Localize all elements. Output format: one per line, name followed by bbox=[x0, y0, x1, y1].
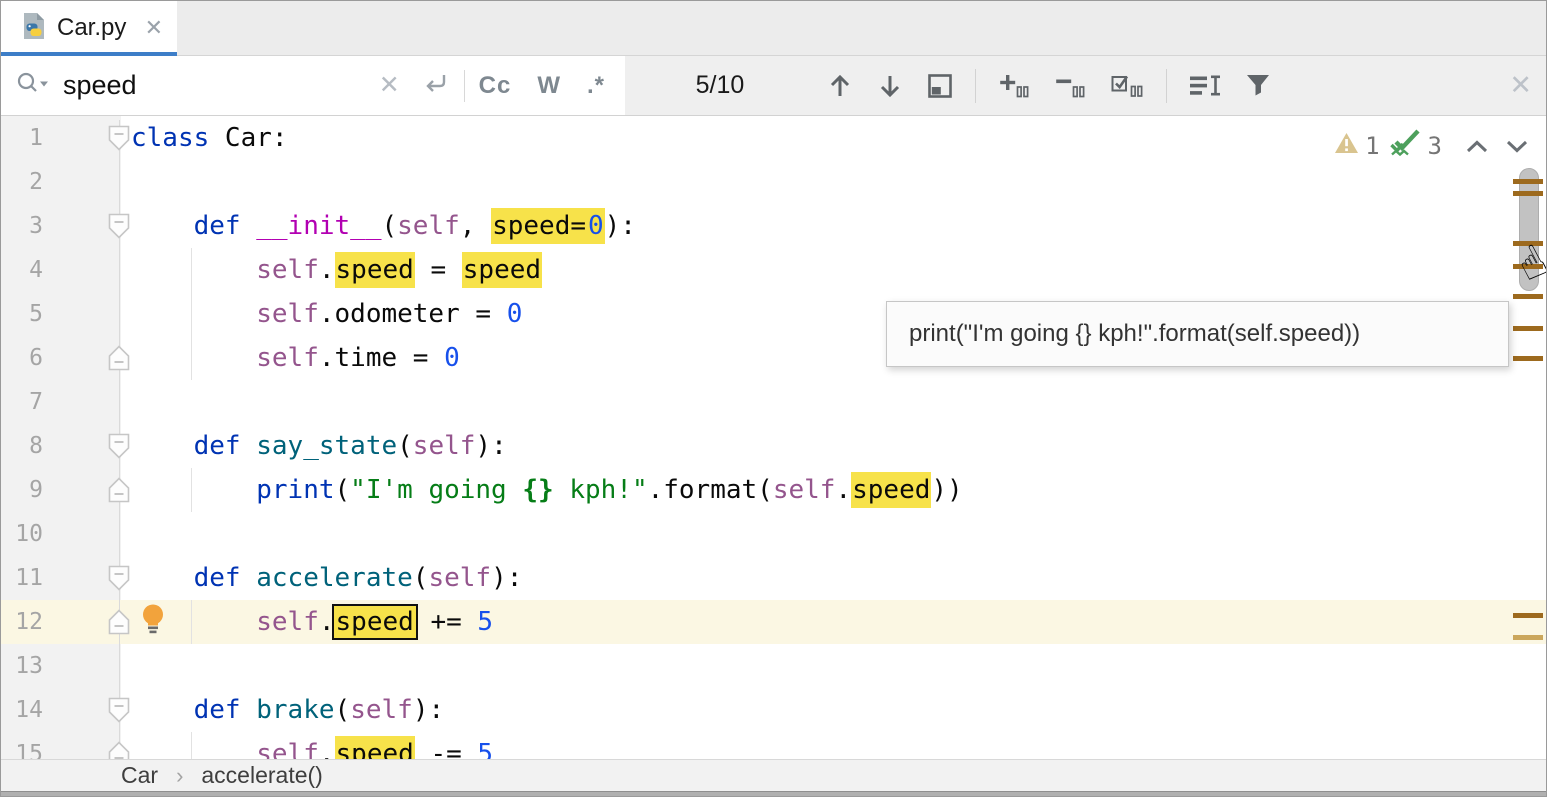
divider bbox=[1166, 69, 1167, 103]
intention-bulb-icon[interactable] bbox=[139, 603, 167, 639]
fold-marker-end-line-9[interactable] bbox=[108, 477, 130, 503]
fold-marker-start-line-11[interactable] bbox=[108, 565, 130, 591]
open-in-find-window-button[interactable] bbox=[927, 73, 953, 99]
warning-count: 1 bbox=[1365, 132, 1379, 160]
ok-count: 3 bbox=[1428, 132, 1442, 160]
tab-close-icon[interactable]: ✕ bbox=[145, 17, 163, 39]
divider bbox=[975, 69, 976, 103]
breadcrumb: Car › accelerate() bbox=[1, 759, 1546, 791]
search-match-stripe-mark[interactable] bbox=[1513, 179, 1543, 184]
code-editor[interactable]: 1class Car:23 def __init__(self, speed=0… bbox=[1, 116, 1546, 759]
code-line-9[interactable]: 9 print("I'm going {} kph!".format(self.… bbox=[1, 468, 1510, 512]
line-number: 9 bbox=[1, 468, 43, 512]
search-match-stripe-mark[interactable] bbox=[1513, 635, 1543, 640]
breadcrumb-class[interactable]: Car bbox=[121, 762, 158, 789]
line-number: 8 bbox=[1, 424, 43, 468]
line-number: 15 bbox=[1, 732, 43, 759]
code-line-15[interactable]: 15 self.speed -= 5 bbox=[1, 732, 1510, 759]
search-icon[interactable] bbox=[15, 70, 51, 101]
code-line-11[interactable]: 11 def accelerate(self): bbox=[1, 556, 1510, 600]
insert-newline-icon[interactable] bbox=[422, 70, 450, 101]
line-number: 13 bbox=[1, 644, 43, 688]
code-line-10[interactable]: 10 bbox=[1, 512, 1510, 556]
fold-marker-start-line-1[interactable] bbox=[108, 125, 130, 151]
divider bbox=[464, 70, 465, 102]
line-number: 14 bbox=[1, 688, 43, 732]
fold-marker-end-line-12[interactable] bbox=[108, 609, 130, 635]
line-number: 7 bbox=[1, 380, 43, 424]
search-input[interactable]: speed ✕ Cc W .* bbox=[1, 56, 625, 115]
fold-marker-start-line-14[interactable] bbox=[108, 697, 130, 723]
match-counter: 5/10 bbox=[625, 71, 815, 100]
fold-marker-start-line-8[interactable] bbox=[108, 433, 130, 459]
line-number: 3 bbox=[1, 204, 43, 248]
line-number: 12 bbox=[1, 600, 43, 644]
remove-selection-button[interactable] bbox=[1054, 72, 1086, 100]
find-bar: speed ✕ Cc W .* 5/10 bbox=[1, 56, 1546, 116]
fold-marker-start-line-3[interactable] bbox=[108, 213, 130, 239]
clear-search-icon[interactable]: ✕ bbox=[379, 73, 400, 98]
python-file-icon bbox=[21, 12, 47, 45]
line-number: 4 bbox=[1, 248, 43, 292]
code-rows: 1class Car:23 def __init__(self, speed=0… bbox=[1, 116, 1510, 759]
filter-search-results-button[interactable] bbox=[1245, 73, 1271, 98]
search-match-stripe-mark[interactable] bbox=[1513, 326, 1543, 331]
inspections-widget[interactable]: 1 3 bbox=[1334, 128, 1530, 163]
tab-label: Car.py bbox=[57, 14, 126, 42]
code-line-4[interactable]: 4 self.speed = speed bbox=[1, 248, 1510, 292]
find-bar-controls: 5/10 bbox=[625, 56, 1546, 115]
code-line-8[interactable]: 8 def say_state(self): bbox=[1, 424, 1510, 468]
editor-tab-bar: Car.py ✕ bbox=[1, 1, 1546, 56]
previous-occurrence-button[interactable] bbox=[827, 72, 853, 100]
close-find-bar-icon[interactable]: ✕ bbox=[1509, 72, 1532, 99]
fold-marker-end-line-15[interactable] bbox=[108, 741, 130, 759]
breadcrumb-separator-icon: › bbox=[176, 763, 183, 789]
line-number: 1 bbox=[1, 116, 43, 160]
search-match-stripe-mark[interactable] bbox=[1513, 356, 1543, 361]
code-line-1[interactable]: 1class Car: bbox=[1, 116, 1510, 160]
search-match-stripe-mark[interactable] bbox=[1513, 191, 1543, 196]
find-in-selection-button[interactable] bbox=[1189, 73, 1221, 99]
tooltip-text: print("I'm going {} kph!".format(self.sp… bbox=[909, 320, 1360, 348]
code-line-7[interactable]: 7 bbox=[1, 380, 1510, 424]
line-number: 10 bbox=[1, 512, 43, 556]
warning-icon bbox=[1334, 132, 1359, 160]
code-line-3[interactable]: 3 def __init__(self, speed=0): bbox=[1, 204, 1510, 248]
error-stripe-scrollbar[interactable]: ☝ bbox=[1510, 116, 1546, 759]
next-occurrence-button[interactable] bbox=[877, 72, 903, 100]
code-line-12[interactable]: 12 self.speed += 5 bbox=[1, 600, 1510, 644]
select-all-occurrences-button[interactable] bbox=[1110, 72, 1144, 100]
search-match-stripe-mark[interactable] bbox=[1513, 294, 1543, 299]
code-line-13[interactable]: 13 bbox=[1, 644, 1510, 688]
regex-toggle[interactable]: .* bbox=[587, 72, 605, 100]
fold-marker-end-line-6[interactable] bbox=[108, 345, 130, 371]
search-query-text: speed bbox=[63, 70, 137, 101]
line-number: 5 bbox=[1, 292, 43, 336]
inspections-ok-icon bbox=[1388, 128, 1422, 163]
breadcrumb-method[interactable]: accelerate() bbox=[201, 762, 322, 789]
add-selection-button[interactable] bbox=[998, 72, 1030, 100]
words-toggle[interactable]: W bbox=[537, 72, 561, 100]
tab-car-py[interactable]: Car.py ✕ bbox=[1, 1, 177, 55]
ide-window: Car.py ✕ speed ✕ bbox=[0, 0, 1547, 797]
line-number: 11 bbox=[1, 556, 43, 600]
previous-problem-chevron-icon[interactable] bbox=[1464, 132, 1490, 160]
code-line-14[interactable]: 14 def brake(self): bbox=[1, 688, 1510, 732]
line-number: 2 bbox=[1, 160, 43, 204]
window-bottom-edge bbox=[1, 791, 1546, 797]
match-preview-tooltip: print("I'm going {} kph!".format(self.sp… bbox=[886, 301, 1509, 367]
search-match-stripe-mark[interactable] bbox=[1513, 613, 1543, 618]
line-number: 6 bbox=[1, 336, 43, 380]
code-line-2[interactable]: 2 bbox=[1, 160, 1510, 204]
match-case-toggle[interactable]: Cc bbox=[479, 72, 512, 100]
active-tab-underline bbox=[1, 52, 177, 56]
